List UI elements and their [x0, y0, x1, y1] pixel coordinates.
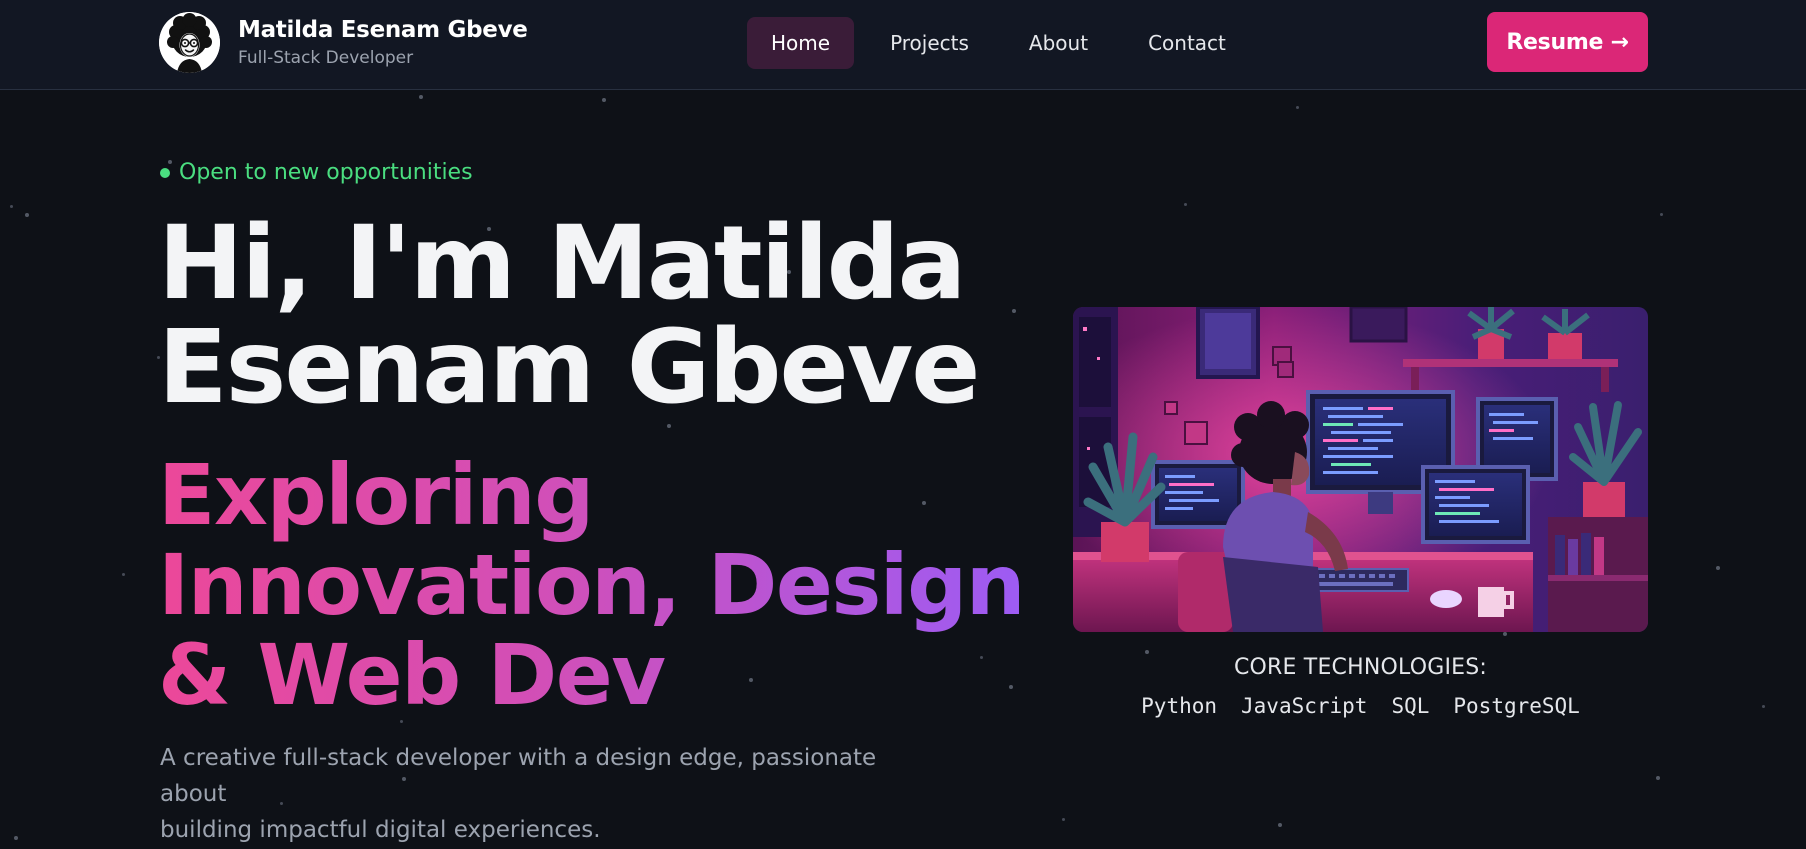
pixel-art-workspace-image [1073, 307, 1648, 632]
tech-item-sql: SQL [1391, 694, 1430, 718]
tech-item-postgresql: PostgreSQL [1453, 694, 1580, 718]
nav-contact[interactable]: Contact [1124, 17, 1250, 69]
page: Matilda Esenam Gbeve Full-Stack Develope… [0, 0, 1806, 849]
hero-title-line: Esenam Gbeve [158, 308, 980, 427]
nav-home[interactable]: Home [747, 17, 855, 69]
nav-about[interactable]: About [1005, 17, 1112, 69]
hero-description: A creative full-stack developer with a d… [160, 740, 920, 848]
brand[interactable]: Matilda Esenam Gbeve Full-Stack Develope… [159, 12, 528, 73]
hero-title-line: Hi, I'm Matilda [158, 204, 966, 323]
hero-description-line: A creative full-stack developer with a d… [160, 745, 877, 807]
hero-title: Hi, I'm Matilda Esenam Gbeve [158, 212, 1038, 420]
core-tech-heading: CORE TECHNOLOGIES: [1233, 655, 1488, 680]
core-tech-list: Python JavaScript SQL PostgreSQL [1073, 694, 1648, 718]
star [122, 573, 125, 576]
hero-subtitle-line: & Web Dev [158, 626, 665, 724]
star [25, 213, 29, 217]
nav-projects[interactable]: Projects [866, 17, 993, 69]
site-header: Matilda Esenam Gbeve Full-Stack Develope… [0, 0, 1806, 90]
main-nav: Home Projects About Contact [747, 17, 1262, 69]
star [1716, 566, 1720, 570]
star [1296, 106, 1299, 109]
availability-status: Open to new opportunities [160, 160, 473, 185]
hero-subtitle-line: Innovation, Design [158, 536, 1025, 634]
star [1278, 823, 1282, 827]
resume-button[interactable]: Resume → [1487, 12, 1648, 72]
brand-name: Matilda Esenam Gbeve [238, 16, 528, 43]
status-dot-icon [160, 167, 170, 178]
star [1503, 632, 1507, 636]
avatar [159, 12, 220, 73]
star [419, 95, 423, 99]
tech-item-javascript: JavaScript [1241, 694, 1368, 718]
hero-description-line: building impactful digital experiences. [160, 817, 601, 843]
star [1660, 213, 1663, 216]
tech-item-python: Python [1141, 694, 1218, 718]
star [14, 836, 18, 840]
star [602, 98, 606, 102]
afro-portrait-icon [159, 12, 220, 73]
developer-illustration [1073, 307, 1648, 632]
star [1762, 705, 1765, 708]
star [1656, 776, 1660, 780]
status-text: Open to new opportunities [179, 160, 473, 185]
star [1062, 818, 1065, 821]
hero-subtitle: Exploring Innovation, Design & Web Dev [158, 450, 1038, 720]
star [1184, 203, 1187, 206]
hero-subtitle-line: Exploring [158, 446, 593, 544]
star [10, 205, 13, 208]
brand-role: Full-Stack Developer [238, 47, 414, 68]
star [1145, 650, 1149, 654]
